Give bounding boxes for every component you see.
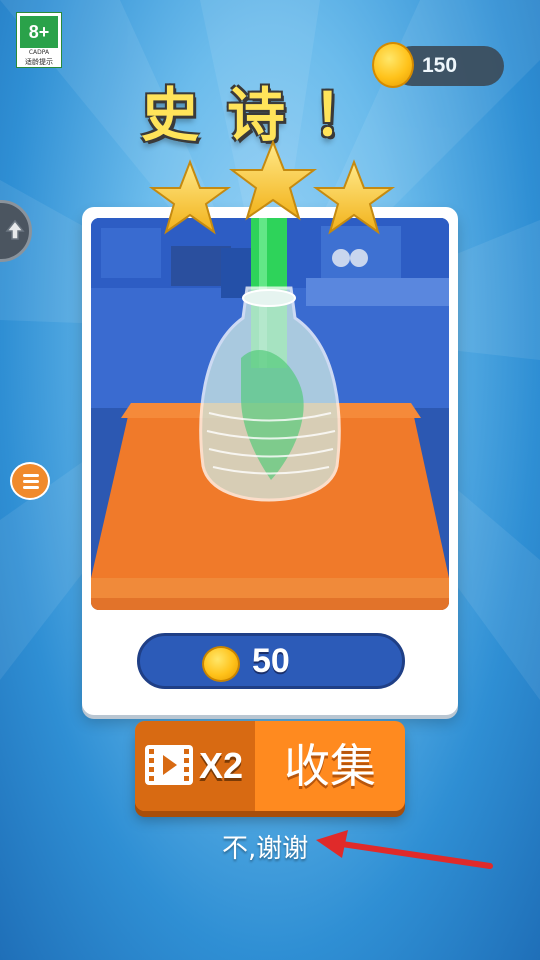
collect-label: 收集 [284, 739, 376, 793]
age-rating-badge: 8+ CADPA 适龄提示 [16, 12, 62, 68]
star-icon [148, 159, 232, 235]
collect-x2-button[interactable]: X2 收集 [135, 721, 405, 811]
multiplier-label: X2 [199, 745, 244, 786]
star-icon [312, 159, 396, 235]
age-rating-label: 8+ [20, 16, 58, 48]
video-ad-section: X2 [135, 721, 255, 811]
menu-button[interactable] [10, 462, 50, 500]
coin-icon [202, 646, 240, 682]
age-rating-org: CADPA [28, 49, 50, 56]
star-icon [229, 140, 317, 221]
decline-button[interactable]: 不,谢谢 [222, 828, 308, 865]
video-ad-icon [145, 745, 193, 785]
red-arrow [316, 830, 493, 869]
result-card: 50 [82, 207, 458, 715]
star-rating [148, 140, 396, 235]
reward-coins-bar: 50 [137, 633, 405, 689]
reward-coins-value: 50 [252, 642, 290, 680]
age-rating-tip: 适龄提示 [25, 58, 53, 66]
share-icon [5, 219, 25, 240]
game-scene-image [91, 218, 449, 610]
share-button[interactable] [0, 200, 32, 262]
